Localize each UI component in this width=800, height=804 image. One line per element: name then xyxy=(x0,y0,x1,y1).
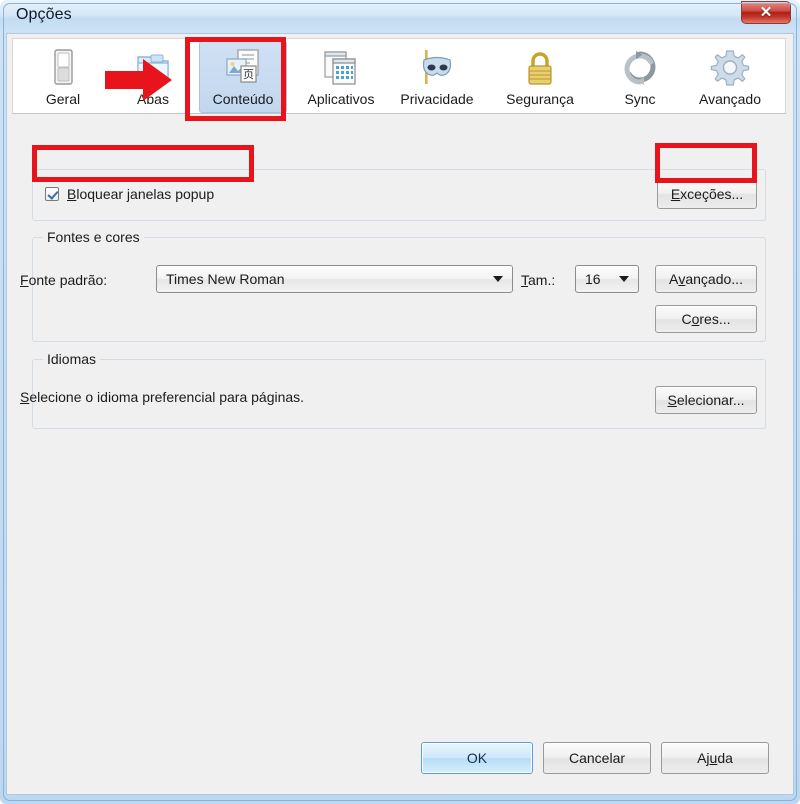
padlock-icon xyxy=(516,46,564,90)
label-rest: elecione o idioma preferencial para pági… xyxy=(29,389,305,405)
tab-label: Conteúdo xyxy=(212,91,274,107)
advanced-fonts-button[interactable]: Av ançado... xyxy=(655,265,757,293)
mask-icon xyxy=(413,46,461,90)
switch-icon xyxy=(39,46,87,90)
chevron-down-icon xyxy=(619,276,629,282)
label-rest: loquear janelas popup xyxy=(76,186,215,202)
tab-label: Privacidade xyxy=(400,91,474,107)
tab-seguranca[interactable]: Segurança xyxy=(496,41,584,113)
cancel-button[interactable]: Cancelar xyxy=(543,742,651,774)
accelerator-letter: S xyxy=(667,392,677,408)
tab-avancado[interactable]: Avançado xyxy=(686,41,774,113)
select-language-button[interactable]: Selecionar... xyxy=(655,386,757,414)
dialog-button-bar: OK Cancelar Aj u da xyxy=(7,734,795,796)
tab-label: Geral xyxy=(45,91,81,107)
default-font-combo[interactable]: Times New Roman xyxy=(156,265,513,293)
exceptions-button[interactable]: Exceções... xyxy=(657,179,757,209)
button-label-rest: xceções... xyxy=(680,186,744,202)
accelerator-letter: S xyxy=(20,389,30,405)
label-rest: am.: xyxy=(528,272,556,288)
tab-abas[interactable]: Abas xyxy=(109,41,197,113)
folder-tabs-icon xyxy=(129,46,177,90)
accelerator-letter: F xyxy=(20,272,29,288)
tab-strip: Geral Abas 页 Conteúdo Aplicativos Privac… xyxy=(12,38,786,114)
tab-aplicativos[interactable]: Aplicativos xyxy=(297,41,385,113)
tab-label: Avançado xyxy=(698,91,761,107)
button-label-rest: ançado... xyxy=(685,271,743,287)
tab-label: Segurança xyxy=(506,91,574,107)
block-popups-label: Bloquear janelas popup xyxy=(67,186,214,202)
svg-text:页: 页 xyxy=(243,68,254,81)
close-icon: ✕ xyxy=(759,4,773,21)
content-page-icon: 页 xyxy=(219,46,267,90)
tab-label: Abas xyxy=(137,91,169,107)
tab-privacidade[interactable]: Privacidade xyxy=(393,41,481,113)
default-font-label: Fonte padrão: xyxy=(20,272,107,288)
button-label-rest: da xyxy=(717,750,733,766)
default-font-value: Times New Roman xyxy=(166,271,285,287)
chevron-down-icon xyxy=(493,276,503,282)
dialog-client-area: Geral Abas 页 Conteúdo Aplicativos Privac… xyxy=(6,33,794,795)
languages-group-title: Idiomas xyxy=(43,351,101,367)
button-label-rest: elecionar... xyxy=(676,392,745,408)
tab-conteudo[interactable]: 页 Conteúdo xyxy=(199,41,287,113)
button-label-pre: A xyxy=(669,271,679,287)
languages-description: Selecione o idioma preferencial para pág… xyxy=(20,389,304,405)
button-label: OK xyxy=(466,750,488,766)
block-popups-checkbox[interactable]: Bloquear janelas popup xyxy=(45,186,214,202)
font-size-label: Tam.: xyxy=(521,272,555,288)
close-button[interactable]: ✕ xyxy=(741,1,791,24)
applications-icon xyxy=(317,46,365,90)
window-title: Opções xyxy=(16,6,72,23)
colors-button[interactable]: Co res... xyxy=(655,305,757,333)
help-button[interactable]: Aj u da xyxy=(661,742,769,774)
checkbox-box[interactable] xyxy=(45,187,59,201)
label-rest: onte padrão: xyxy=(28,272,108,288)
gear-icon xyxy=(706,46,754,90)
options-window: Opções ✕ Geral Abas 页 Conteúdo Aplicativ… xyxy=(0,0,800,804)
accelerator-letter: B xyxy=(67,186,77,202)
font-size-value: 16 xyxy=(585,271,601,287)
tab-geral[interactable]: Geral xyxy=(19,41,107,113)
accelerator-letter: T xyxy=(521,272,528,288)
button-label-pre: C xyxy=(681,311,692,327)
accelerator-letter: u xyxy=(709,750,718,766)
accelerator-letter: v xyxy=(678,271,686,287)
font-size-combo[interactable]: 16 xyxy=(575,265,639,293)
title-bar: Opções ✕ xyxy=(0,0,800,34)
tab-sync[interactable]: Sync xyxy=(596,41,684,113)
ok-button[interactable]: OK xyxy=(421,742,533,774)
accelerator-letter: E xyxy=(670,186,681,202)
tab-label: Aplicativos xyxy=(307,91,375,107)
sync-arrows-icon xyxy=(616,46,664,90)
button-label-pre: Aj xyxy=(697,750,710,766)
fonts-colors-group-title: Fontes e cores xyxy=(43,229,144,245)
tab-label: Sync xyxy=(624,91,656,107)
accelerator-letter: o xyxy=(691,311,700,327)
button-label-rest: res... xyxy=(699,311,731,327)
button-label: Cancelar xyxy=(568,750,626,766)
